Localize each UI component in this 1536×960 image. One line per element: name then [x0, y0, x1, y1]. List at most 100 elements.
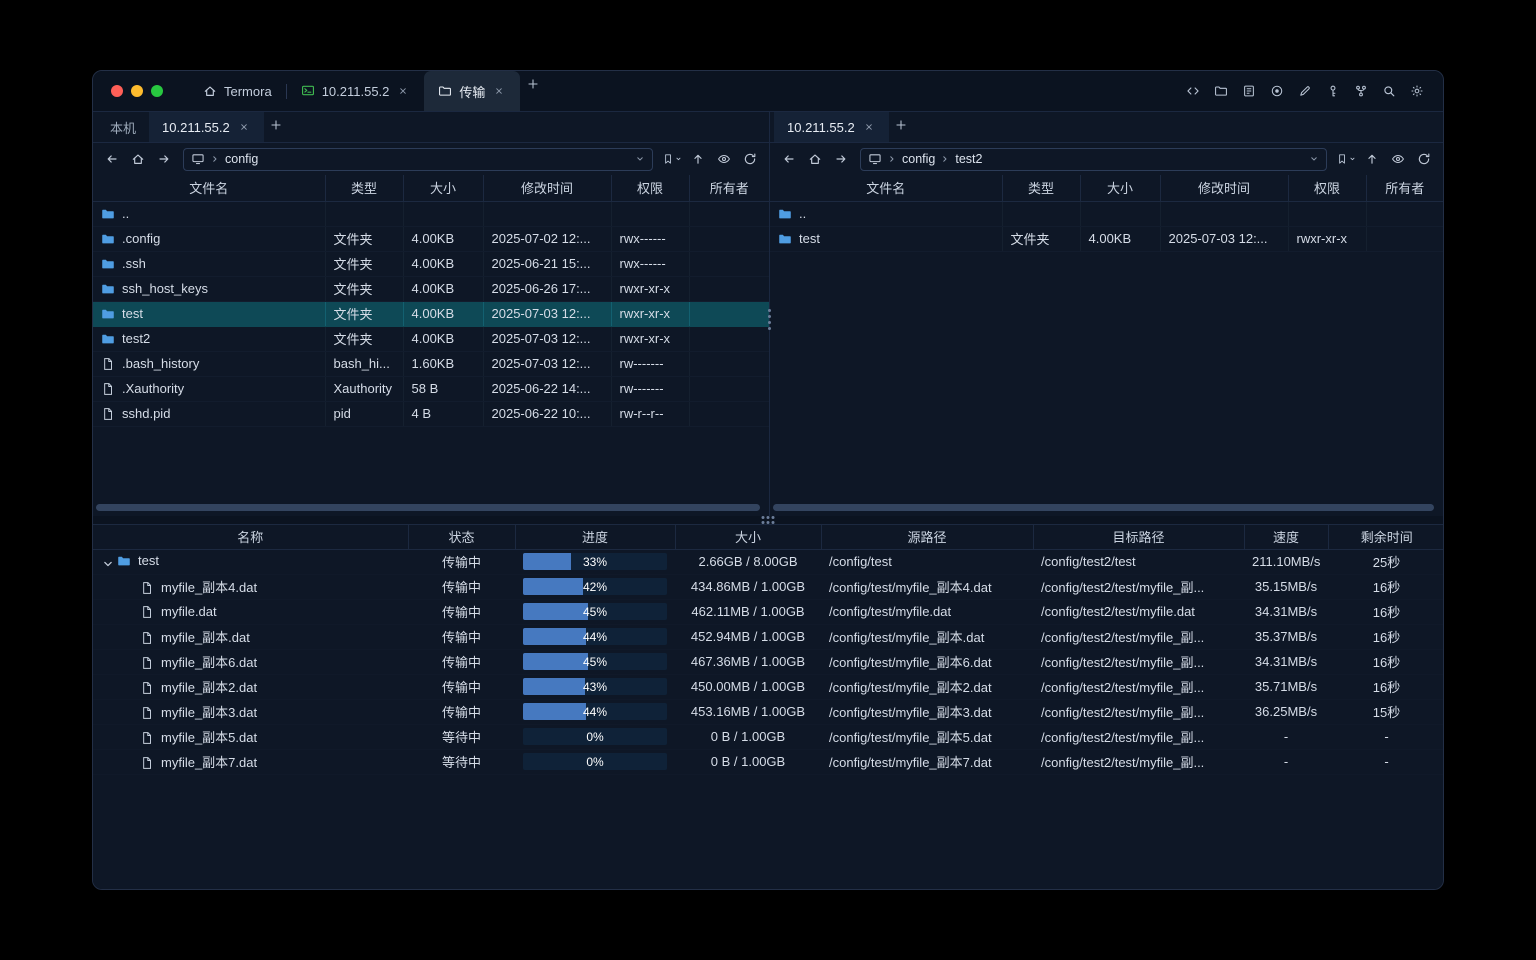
- tasks-button[interactable]: [1236, 79, 1261, 104]
- horizontal-scrollbar[interactable]: [773, 504, 1434, 511]
- column-name[interactable]: 名称: [93, 525, 408, 549]
- refresh-button[interactable]: [738, 147, 762, 171]
- path-segment[interactable]: test2: [955, 152, 982, 166]
- file-owner-cell: [1366, 201, 1443, 226]
- transfer-row[interactable]: myfile_副本3.dat传输中44%453.16MB / 1.00GB/co…: [93, 699, 1443, 724]
- minimize-window-button[interactable]: [131, 85, 143, 97]
- column-speed[interactable]: 速度: [1244, 525, 1328, 549]
- column-permissions[interactable]: 权限: [611, 175, 689, 201]
- up-button[interactable]: [686, 147, 710, 171]
- transfer-row[interactable]: myfile_副本2.dat传输中43%450.00MB / 1.00GB/co…: [93, 674, 1443, 699]
- zoom-window-button[interactable]: [151, 85, 163, 97]
- new-panel-tab-button[interactable]: [264, 112, 289, 137]
- show-hidden-button[interactable]: [1386, 147, 1410, 171]
- back-button[interactable]: [777, 147, 801, 171]
- plus-icon: [270, 119, 282, 131]
- file-row[interactable]: .ssh文件夹4.00KB2025-06-21 15:...rwx------: [93, 251, 769, 276]
- vertical-splitter-handle[interactable]: [763, 302, 776, 336]
- column-progress[interactable]: 进度: [515, 525, 675, 549]
- file-row[interactable]: .config文件夹4.00KB2025-07-02 12:...rwx----…: [93, 226, 769, 251]
- column-target-path[interactable]: 目标路径: [1033, 525, 1244, 549]
- transfer-row[interactable]: myfile_副本.dat传输中44%452.94MB / 1.00GB/con…: [93, 624, 1443, 649]
- column-owner[interactable]: 所有者: [689, 175, 769, 201]
- search-button[interactable]: [1376, 79, 1401, 104]
- column-owner[interactable]: 所有者: [1366, 175, 1443, 201]
- transfer-row[interactable]: test传输中33%2.66GB / 8.00GB/config/test/co…: [93, 549, 1443, 574]
- file-row[interactable]: ssh_host_keys文件夹4.00KB2025-06-26 17:...r…: [93, 276, 769, 301]
- back-button[interactable]: [100, 147, 124, 171]
- transfer-name: myfile_副本3.dat: [161, 705, 257, 720]
- key-button[interactable]: [1320, 79, 1345, 104]
- path-breadcrumb[interactable]: config test2: [860, 148, 1327, 171]
- tab-remote-session[interactable]: 10.211.55.2: [149, 112, 264, 142]
- file-permissions-cell: rwx------: [611, 226, 689, 251]
- column-mtime[interactable]: 修改时间: [1160, 175, 1288, 201]
- new-tab-button[interactable]: [520, 71, 545, 96]
- column-status[interactable]: 状态: [408, 525, 515, 549]
- transfer-row[interactable]: myfile_副本4.dat传输中42%434.86MB / 1.00GB/co…: [93, 574, 1443, 599]
- file-row[interactable]: test文件夹4.00KB2025-07-03 12:...rwxr-xr-x: [93, 301, 769, 326]
- file-type-cell: [1002, 201, 1080, 226]
- tab-host-session[interactable]: 10.211.55.2: [287, 71, 425, 111]
- file-row[interactable]: test2文件夹4.00KB2025-07-03 12:...rwxr-xr-x: [93, 326, 769, 351]
- horizontal-splitter[interactable]: [93, 516, 1443, 525]
- column-filename[interactable]: 文件名: [770, 175, 1002, 201]
- transfer-row[interactable]: myfile_副本6.dat传输中45%467.36MB / 1.00GB/co…: [93, 649, 1443, 674]
- column-source-path[interactable]: 源路径: [821, 525, 1033, 549]
- file-row[interactable]: ..: [770, 201, 1443, 226]
- record-button[interactable]: [1264, 79, 1289, 104]
- folder-button[interactable]: [1208, 79, 1233, 104]
- close-tab-button[interactable]: [862, 120, 876, 134]
- progress-label: 43%: [523, 678, 667, 695]
- column-size[interactable]: 大小: [675, 525, 821, 549]
- close-tab-button[interactable]: [492, 84, 506, 98]
- column-size[interactable]: 大小: [1080, 175, 1160, 201]
- transfer-row[interactable]: myfile_副本5.dat等待中0%0 B / 1.00GB/config/t…: [93, 724, 1443, 749]
- close-tab-button[interactable]: [396, 84, 410, 98]
- forward-button[interactable]: [152, 147, 176, 171]
- file-row[interactable]: sshd.pidpid4 B2025-06-22 10:...rw-r--r--: [93, 401, 769, 426]
- home-button[interactable]: [803, 147, 827, 171]
- path-segment[interactable]: config: [225, 152, 258, 166]
- file-row[interactable]: test文件夹4.00KB2025-07-03 12:...rwxr-xr-x: [770, 226, 1443, 251]
- settings-button[interactable]: [1404, 79, 1429, 104]
- column-permissions[interactable]: 权限: [1288, 175, 1366, 201]
- expand-toggle[interactable]: [101, 556, 116, 571]
- file-name: test2: [122, 331, 150, 346]
- column-type[interactable]: 类型: [1002, 175, 1080, 201]
- refresh-button[interactable]: [1412, 147, 1436, 171]
- column-size[interactable]: 大小: [403, 175, 483, 201]
- bookmark-button[interactable]: [660, 147, 684, 171]
- close-window-button[interactable]: [111, 85, 123, 97]
- path-segment[interactable]: config: [902, 152, 935, 166]
- file-row[interactable]: .XauthorityXauthority58 B2025-06-22 14:.…: [93, 376, 769, 401]
- path-breadcrumb[interactable]: config: [183, 148, 653, 171]
- horizontal-scrollbar[interactable]: [96, 504, 760, 511]
- transfer-row[interactable]: myfile.dat传输中45%462.11MB / 1.00GB/config…: [93, 599, 1443, 624]
- column-mtime[interactable]: 修改时间: [483, 175, 611, 201]
- file-row[interactable]: ..: [93, 201, 769, 226]
- tab-local[interactable]: 本机: [97, 112, 149, 142]
- tab-transfer[interactable]: 传输: [424, 71, 520, 111]
- file-icon: [140, 581, 154, 595]
- chevron-down-icon[interactable]: [1309, 154, 1319, 164]
- new-panel-tab-button[interactable]: [889, 112, 914, 137]
- show-hidden-button[interactable]: [712, 147, 736, 171]
- transfer-row[interactable]: myfile_副本7.dat等待中0%0 B / 1.00GB/config/t…: [93, 749, 1443, 774]
- forward-button[interactable]: [829, 147, 853, 171]
- home-button[interactable]: [126, 147, 150, 171]
- bookmark-button[interactable]: [1334, 147, 1358, 171]
- chevron-down-icon[interactable]: [635, 154, 645, 164]
- tab-termora[interactable]: Termora: [189, 71, 286, 111]
- column-filename[interactable]: 文件名: [93, 175, 325, 201]
- code-button[interactable]: [1180, 79, 1205, 104]
- up-button[interactable]: [1360, 147, 1384, 171]
- tab-remote-session[interactable]: 10.211.55.2: [774, 112, 889, 142]
- column-type[interactable]: 类型: [325, 175, 403, 201]
- file-row[interactable]: .bash_historybash_hi...1.60KB2025-07-03 …: [93, 351, 769, 376]
- edit-button[interactable]: [1292, 79, 1317, 104]
- branch-button[interactable]: [1348, 79, 1373, 104]
- column-eta[interactable]: 剩余时间: [1328, 525, 1443, 549]
- close-tab-button[interactable]: [237, 120, 251, 134]
- progress-label: 45%: [523, 653, 667, 670]
